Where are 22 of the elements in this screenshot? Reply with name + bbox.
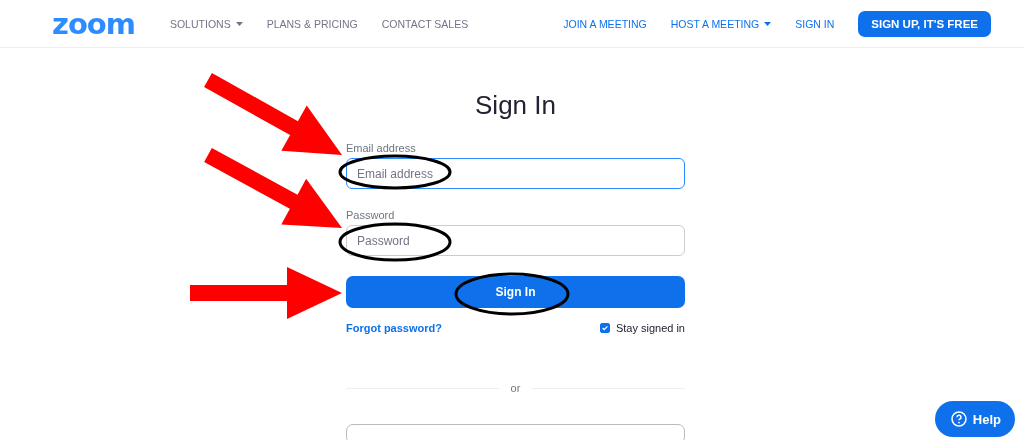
field-label: Password — [346, 209, 396, 221]
help-button[interactable]: Help — [934, 401, 1015, 437]
caret-icon — [764, 21, 772, 26]
nav-link[interactable]: CONTACT SALES — [381, 17, 469, 30]
divider-text: or — [510, 382, 521, 394]
sign-in-button[interactable]: Sign In — [346, 276, 685, 308]
forgot-password-link[interactable]: Forgot password? — [346, 322, 442, 334]
nav-link[interactable]: JOIN A MEETING — [563, 17, 647, 30]
nav-link[interactable]: SOLUTIONS — [169, 17, 243, 30]
nav-link[interactable]: SIGN IN — [795, 17, 835, 30]
field-label: Email address — [346, 142, 417, 154]
stay-signed-in-checkbox[interactable] — [599, 323, 610, 333]
email-field[interactable]: Email address — [346, 158, 685, 189]
signup-button[interactable]: SIGN UP, IT'S FREE — [858, 10, 991, 37]
question-icon — [950, 411, 967, 427]
nav-link[interactable]: PLANS & PRICING — [266, 17, 358, 30]
password-field[interactable]: Password — [346, 225, 685, 256]
caret-icon — [235, 21, 243, 26]
zoom-logo[interactable]: zoom — [52, 6, 135, 41]
checkbox-label: Stay signed in — [615, 322, 685, 334]
page-title: Sign In — [474, 90, 557, 120]
nav-link[interactable]: HOST A MEETING — [670, 17, 772, 30]
